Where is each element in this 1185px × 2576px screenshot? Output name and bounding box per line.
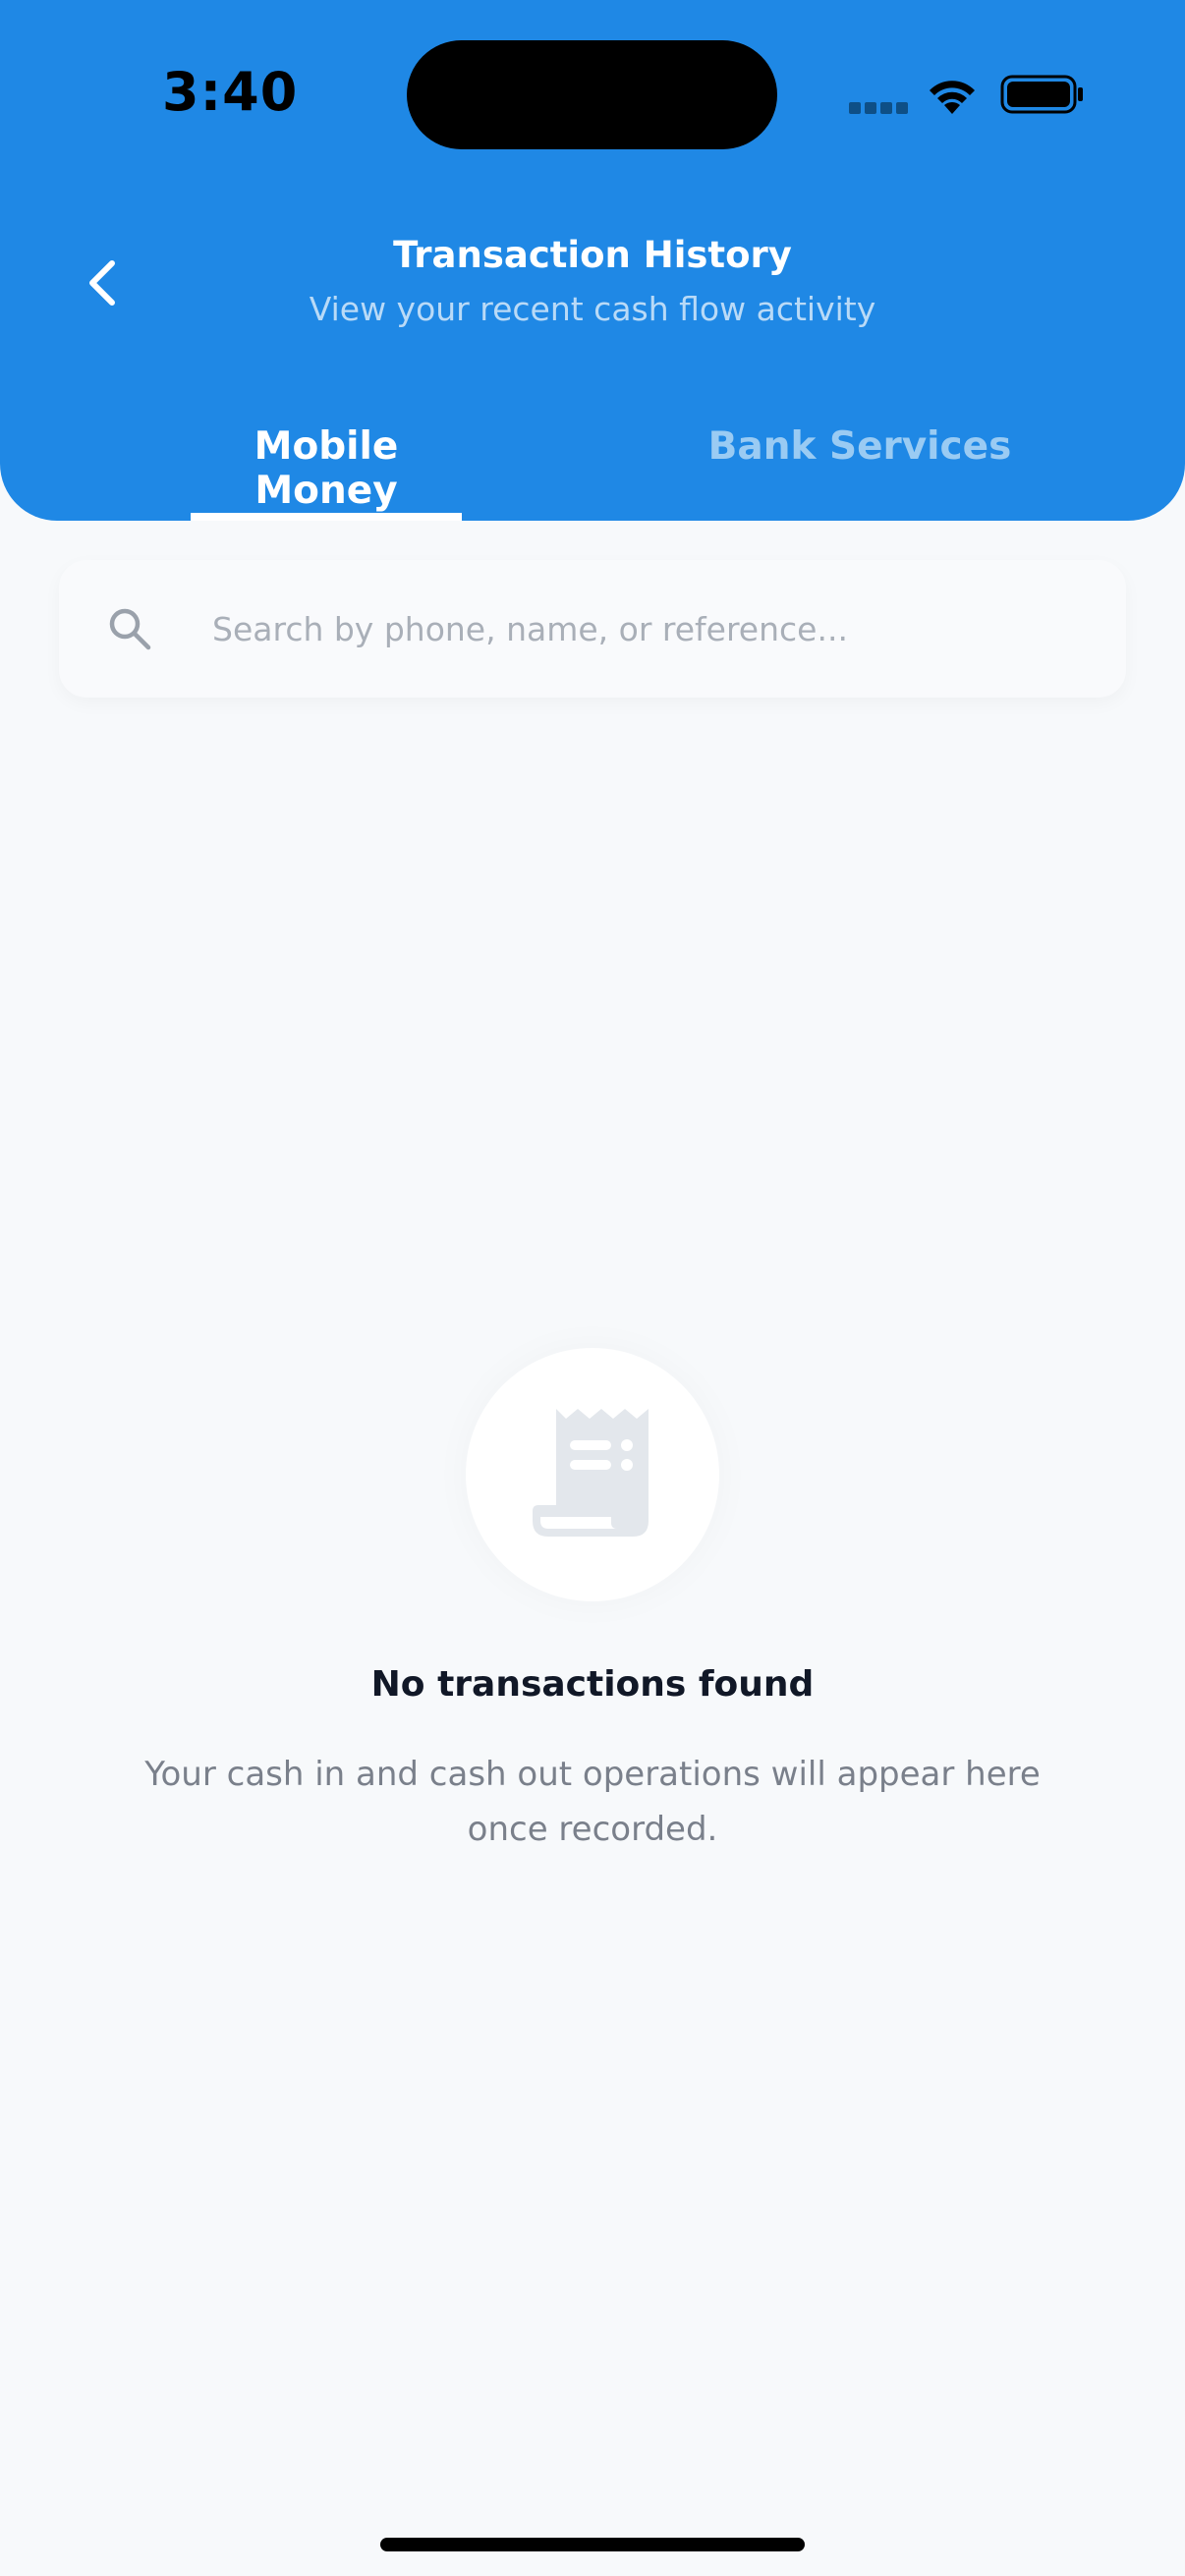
page-title: Transaction History	[393, 234, 792, 276]
empty-state-icon-circle	[466, 1348, 719, 1601]
search-bar[interactable]	[59, 560, 1126, 698]
status-time: 3:40	[162, 61, 299, 123]
header: 3:40 Transaction History View your recen…	[0, 0, 1185, 521]
active-tab-indicator	[191, 513, 462, 521]
search-input[interactable]	[212, 560, 1097, 698]
dynamic-island	[407, 40, 777, 149]
receipt-icon	[533, 1409, 649, 1537]
search-icon	[109, 608, 151, 650]
tab-bank-services[interactable]: Bank Services	[707, 424, 1012, 469]
home-indicator[interactable]	[380, 2538, 805, 2551]
battery-icon	[1000, 75, 1083, 114]
empty-state-title: No transactions found	[370, 1664, 815, 1705]
tab-mobile-money[interactable]: Mobile Money	[191, 424, 462, 513]
transaction-history-screen: 3:40 Transaction History View your recen…	[0, 0, 1185, 2576]
wifi-icon	[930, 81, 975, 114]
empty-state-description: Your cash in and cash out operations wil…	[144, 1755, 1041, 1849]
cellular-signal-icon	[849, 102, 908, 114]
page-subtitle: View your recent cash flow activity	[309, 290, 876, 328]
